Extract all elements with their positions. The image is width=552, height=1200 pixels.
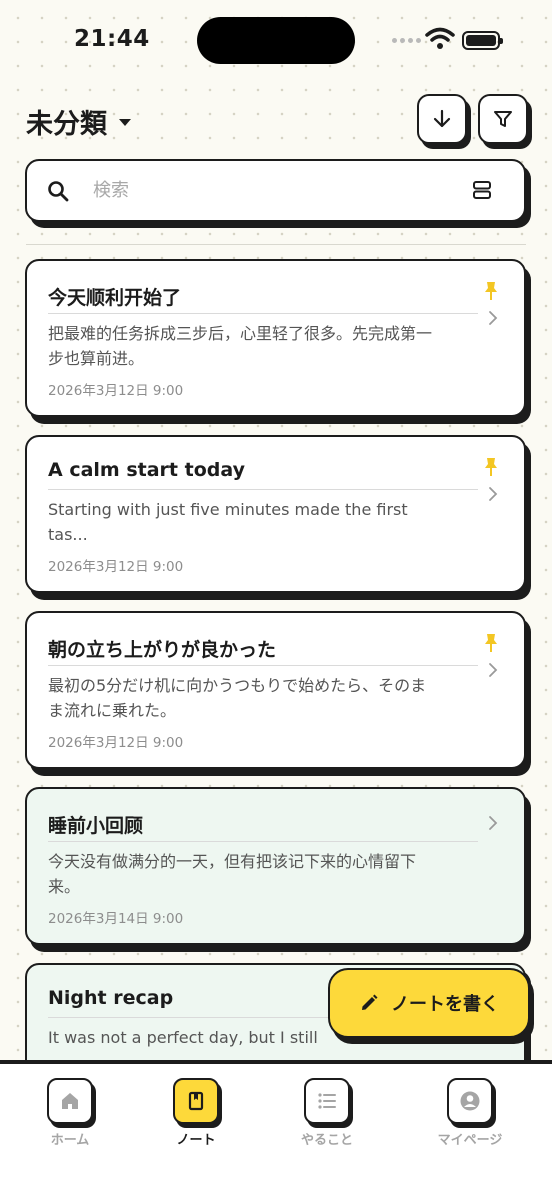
tab-mypage[interactable]: マイページ [420, 1078, 520, 1148]
write-note-label: ノートを書く [391, 994, 499, 1015]
category-selector[interactable]: 未分類 [26, 102, 131, 141]
note-divider [48, 313, 478, 314]
chevron-right-icon [489, 816, 498, 830]
arrow-down-icon [433, 109, 451, 128]
note-title: Night recap [48, 987, 174, 1009]
tab-label: マイページ [437, 1133, 503, 1148]
tab-label: ノート [176, 1133, 216, 1148]
filter-icon [494, 111, 512, 127]
note-divider [48, 665, 478, 666]
search-icon [48, 181, 69, 202]
note-title: 朝の立ち上がりが良かった [48, 639, 277, 661]
status-bar: 21:44 [0, 0, 552, 84]
note-date: 2026年3月12日 9:00 [48, 559, 184, 575]
tab-bar: ホーム ノート やること マイページ [0, 1060, 552, 1200]
note-card[interactable]: A calm start today Starting with just fi… [25, 435, 526, 593]
note-title: 今天顺利开始了 [48, 287, 182, 309]
chevron-right-icon [489, 663, 498, 677]
note-title: 睡前小回顾 [48, 815, 144, 837]
sort-button[interactable] [417, 94, 467, 144]
search-bar[interactable] [25, 159, 526, 222]
status-time: 21:44 [74, 26, 150, 52]
list-icon [304, 1078, 350, 1124]
pin-icon [485, 458, 497, 476]
note-excerpt: Starting with just five minutes made the… [48, 500, 408, 544]
caret-down-icon [119, 119, 131, 126]
signal-icon [392, 38, 421, 43]
pin-icon [485, 634, 497, 652]
chevron-right-icon [489, 487, 498, 501]
note-date: 2026年3月12日 9:00 [48, 735, 184, 751]
tab-home[interactable]: ホーム [20, 1078, 120, 1148]
battery-icon [462, 31, 503, 50]
note-date: 2026年3月14日 9:00 [48, 911, 184, 927]
note-excerpt: 最初の5分だけ机に向かうつもりで始めたら、そのま ま流れに乗れた。 [48, 676, 427, 720]
note-excerpt: 今天没有做满分的一天，但有把该记下来的心情留下 来。 [48, 852, 417, 896]
filter-button[interactable] [478, 94, 528, 144]
page-title: 未分類 [26, 109, 107, 140]
pencil-icon [362, 994, 378, 1010]
note-divider [48, 489, 478, 490]
note-date: 2026年3月12日 9:00 [48, 383, 184, 399]
home-icon [47, 1078, 93, 1124]
divider [26, 244, 526, 245]
note-card[interactable]: 睡前小回顾 今天没有做满分的一天，但有把该记下来的心情留下 来。 2026年3月1… [25, 787, 526, 945]
search-input[interactable] [93, 175, 453, 205]
tab-todo[interactable]: やること [277, 1078, 377, 1148]
tab-notes[interactable]: ノート [146, 1078, 246, 1148]
chevron-right-icon [489, 311, 498, 325]
notebook-icon [173, 1078, 219, 1124]
pin-icon [485, 282, 497, 300]
dynamic-island [197, 17, 355, 64]
note-divider [48, 841, 478, 842]
user-icon [447, 1078, 493, 1124]
view-toggle-icon[interactable] [472, 180, 492, 200]
note-excerpt: 把最难的任务拆成三步后，心里轻了很多。先完成第一 步也算前进。 [48, 324, 433, 368]
note-card[interactable]: 今天顺利开始了 把最难的任务拆成三步后，心里轻了很多。先完成第一 步也算前进。 2… [25, 259, 526, 417]
tab-label: ホーム [50, 1133, 90, 1148]
note-title: A calm start today [48, 459, 245, 481]
write-note-button[interactable]: ノートを書く [328, 968, 530, 1038]
wifi-icon [425, 27, 455, 49]
tab-label: やること [300, 1133, 353, 1148]
note-card[interactable]: 朝の立ち上がりが良かった 最初の5分だけ机に向かうつもりで始めたら、そのま ま流れ… [25, 611, 526, 769]
